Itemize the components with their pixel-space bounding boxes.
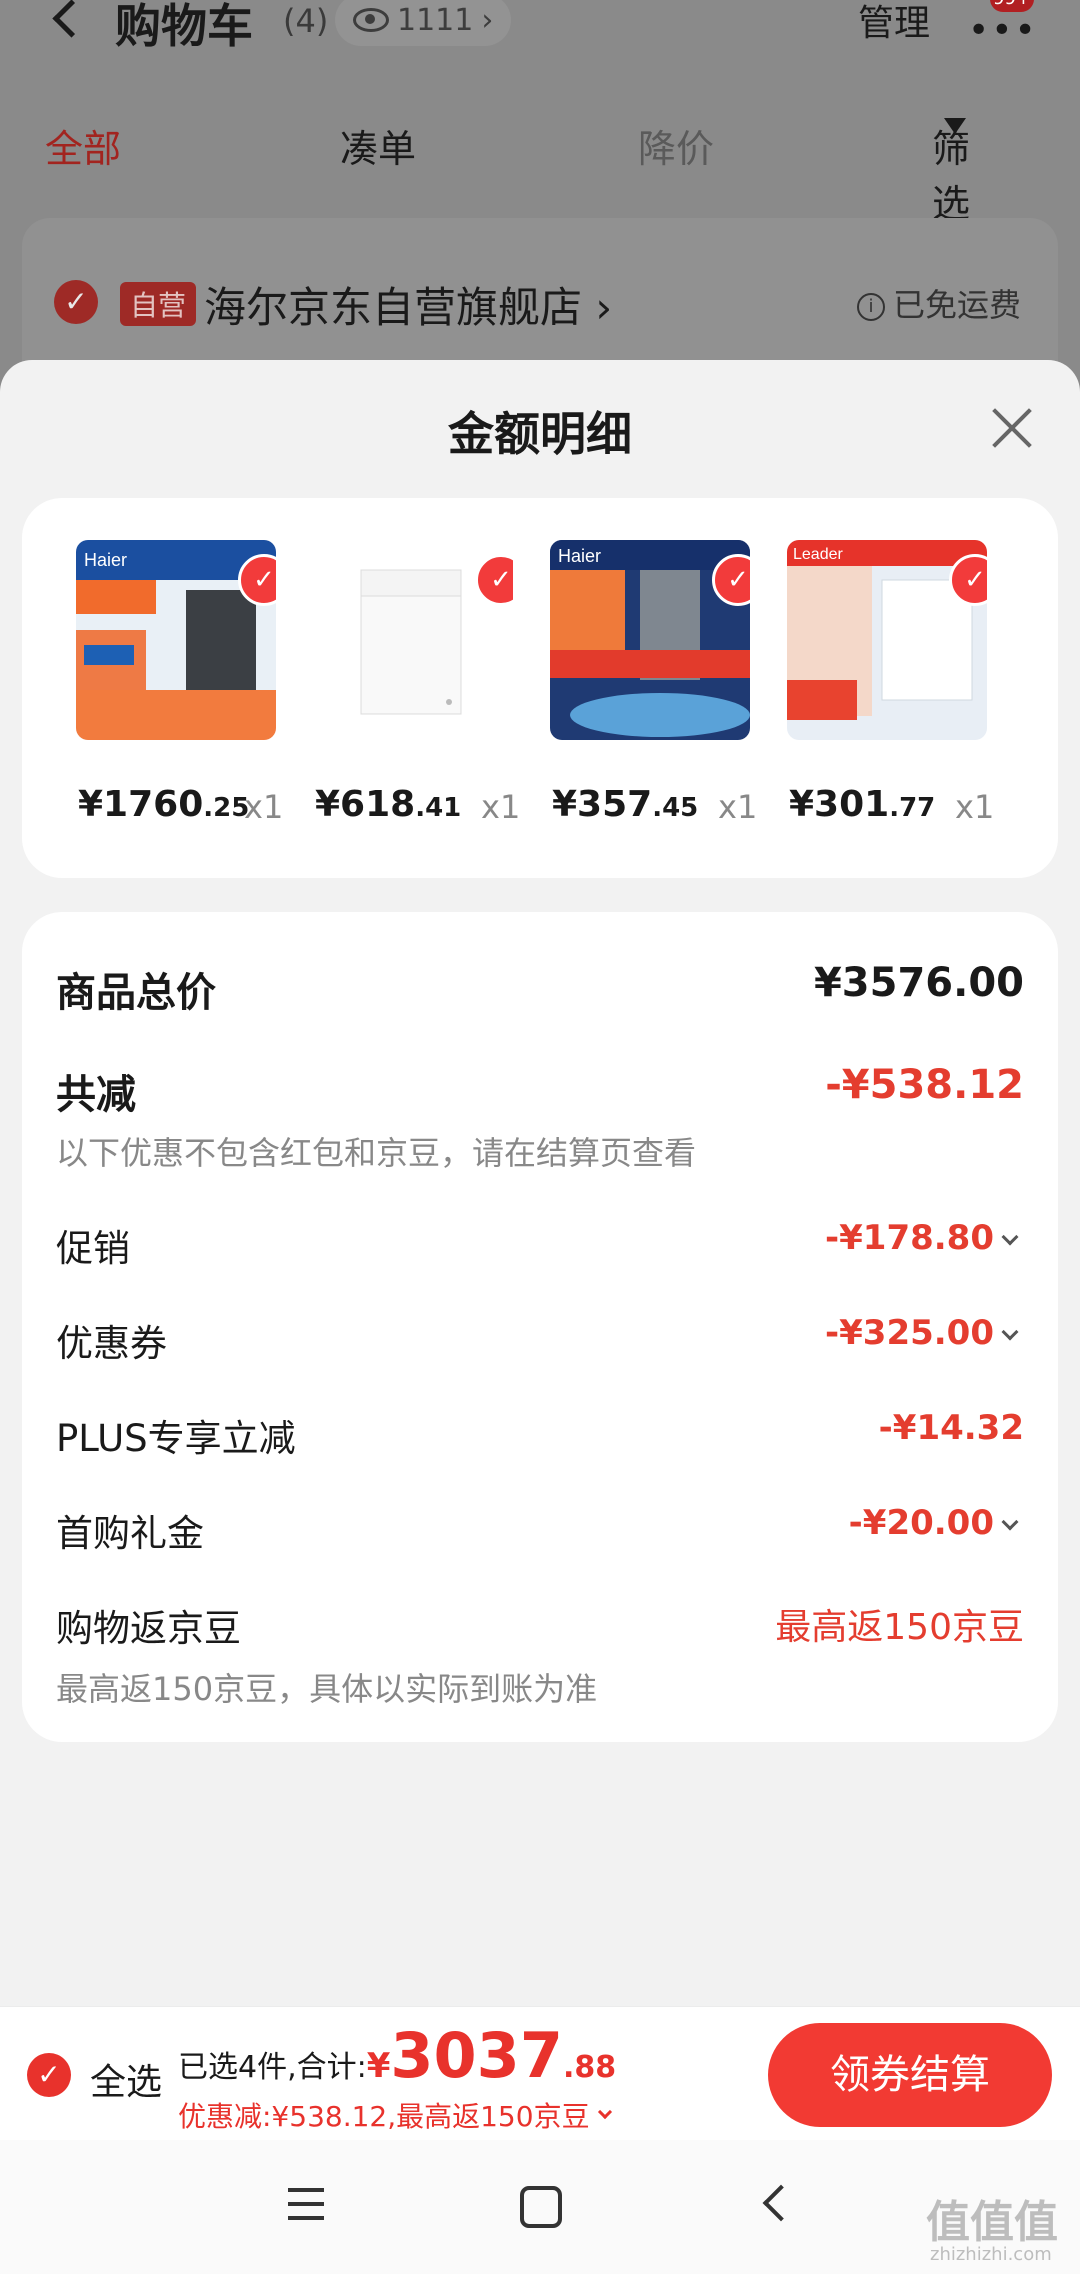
plus-value: -¥14.32 [878,1408,1024,1448]
product-qty: x1 [718,788,758,826]
total-dec: .88 [562,2050,617,2085]
product-price: ¥301.77 [789,784,935,825]
product-price: ¥1760.25 [78,784,249,825]
total-price-label: 商品总价 [56,970,216,1016]
svg-text:Haier: Haier [558,546,601,566]
product-image: Haier ✓ [76,540,276,740]
product-price: ¥357.45 [552,784,698,825]
total-summary: 已选4件,合计:¥3037.88 [178,2019,616,2092]
filter-label: 筛选 [932,127,971,226]
tab-coudan[interactable]: 凑单 [340,118,416,173]
product-image: Leader ✓ [787,540,987,740]
filter-icon [944,118,966,134]
discount-summary[interactable]: 优惠减:¥538.12,最高返150京豆 [178,2095,612,2135]
chevron-right-icon: › [582,283,613,332]
svg-text:Leader: Leader [793,546,843,563]
tab-price-drop[interactable]: 降价 [638,118,714,173]
system-nav-bar [0,2140,1080,2274]
watermark-logo: 值值值 [926,2197,1058,2248]
price-int: ¥301 [789,784,890,825]
views-count: 1111 [397,2,474,38]
cart-tabs: 全部 凑单 降价 筛选 [0,118,1080,226]
price-dec: .45 [652,793,699,823]
close-icon[interactable] [990,406,1034,450]
amount-detail-sheet: 金额明细 Haier ✓ ¥1760.25 x1 ✓ ¥618.41 x1 Ha… [0,360,1080,2140]
selected-text: 已选4件,合计: [178,2050,367,2085]
beans-note: 最高返150京豆，具体以实际到账为准 [56,1670,598,1708]
total-reduce-value: -¥538.12 [825,1062,1024,1108]
product-qty: x1 [955,788,995,826]
first-buy-label: 首购礼金 [56,1512,204,1555]
store-name-text: 海尔京东自营旗舰店 [204,283,583,332]
store-name[interactable]: 海尔京东自营旗舰店 › [204,274,612,335]
background-cart-page: 购物车 (4) 1111 › 管理 ••• 99+ 全部 凑单 降价 筛选 ✓ … [0,0,1080,418]
price-int: ¥618 [315,784,416,825]
cart-count: (4) [283,2,329,40]
chevron-down-icon [1001,1513,1019,1530]
total-currency: ¥ [366,2046,391,2086]
svg-text:Haier: Haier [84,550,127,570]
coupon-value: -¥325.00 [825,1313,994,1353]
shipping-info: i 已免运费 [857,280,1021,326]
chevron-down-icon [1001,1323,1019,1340]
reduce-note: 以下优惠不包含红包和京豆，请在结算页查看 [56,1134,697,1172]
beans-label: 购物返京豆 [56,1607,241,1650]
plus-label: PLUS专享立减 [56,1417,296,1460]
select-all-checkbox[interactable]: ✓ [27,2053,71,2097]
shipping-text: 已免运费 [893,286,1022,324]
total-price-value: ¥3576.00 [813,960,1024,1006]
product-qty: x1 [481,788,521,826]
recent-apps-icon[interactable] [288,2188,324,2220]
views-pill[interactable]: 1111 › [335,0,512,46]
price-dec: .77 [889,793,936,823]
store-checkbox[interactable]: ✓ [54,280,98,324]
discount-text: 优惠减:¥538.12,最高返150京豆 [178,2100,590,2133]
coupon-label: 优惠券 [56,1322,167,1365]
price-dec: .25 [203,793,250,823]
total-reduce-label: 共减 [56,1072,136,1118]
eye-icon [353,8,389,32]
price-int: ¥357 [552,784,653,825]
message-badge: 99+ [990,0,1034,12]
sheet-title: 金额明细 [448,407,632,461]
chevron-down-icon [597,2104,612,2120]
chevron-right-icon: › [481,2,494,38]
more-icon[interactable]: ••• [968,10,1038,51]
total-int: 3037 [390,2019,563,2092]
price-int: ¥1760 [78,784,204,825]
product-price: ¥618.41 [315,784,461,825]
first-buy-value-group: -¥20.00 [848,1503,1019,1543]
info-icon: i [857,293,885,321]
back-icon[interactable] [762,2184,800,2222]
beans-value: 最高返150京豆 [775,1607,1024,1648]
promo-label: 促销 [56,1227,130,1270]
price-details-card: 商品总价 ¥3576.00 共减 -¥538.12 以下优惠不包含红包和京豆，请… [22,912,1058,1742]
promo-value-group: -¥178.80 [825,1218,1019,1258]
select-all-label[interactable]: 全选 [90,2053,162,2105]
product-strip: Haier ✓ ¥1760.25 x1 ✓ ¥618.41 x1 Haier ✓… [22,498,1058,878]
cart-title: 购物车 [115,0,253,53]
checkout-bar: ✓ 全选 已选4件,合计:¥3037.88 优惠减:¥538.12,最高返150… [0,2006,1080,2141]
cart-header: 购物车 (4) 1111 › 管理 ••• 99+ [0,0,1080,80]
first-buy-value: -¥20.00 [848,1503,994,1543]
checkout-button[interactable]: 领券结算 [768,2023,1052,2127]
product-image: Haier ✓ [550,540,750,740]
home-icon[interactable] [520,2186,562,2228]
tab-all[interactable]: 全部 [45,118,121,173]
chevron-down-icon [1001,1228,1019,1245]
promo-value: -¥178.80 [825,1218,994,1258]
watermark-url: zhizhizhi.com [930,2244,1052,2265]
price-dec: .41 [415,793,462,823]
product-qty: x1 [244,788,284,826]
self-operated-tag: 自营 [120,282,197,326]
product-image: ✓ [313,540,513,740]
back-arrow-icon[interactable] [52,0,91,38]
coupon-value-group: -¥325.00 [825,1313,1019,1353]
manage-button[interactable]: 管理 [858,0,930,46]
